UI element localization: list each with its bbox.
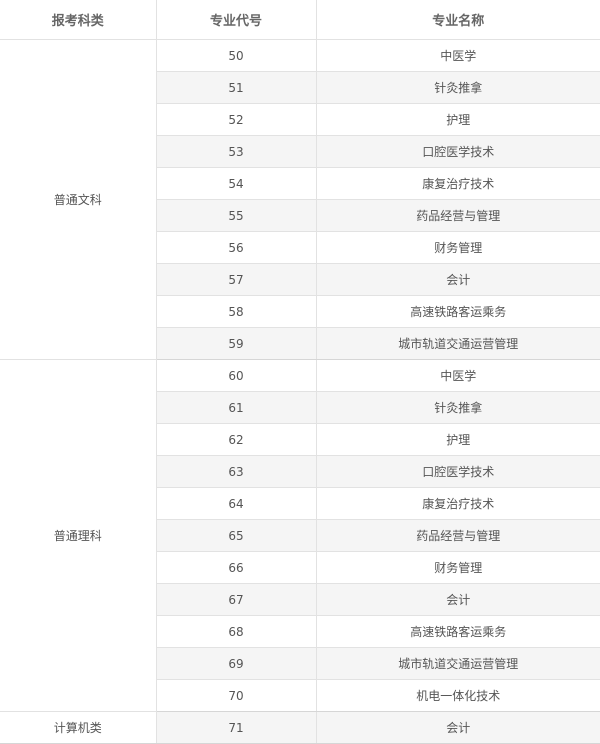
major-code-cell: 63	[155, 455, 317, 488]
major-code-cell: 54	[155, 167, 317, 200]
major-code-cell: 50	[155, 39, 317, 72]
major-code-cell: 67	[155, 583, 317, 616]
major-name-cell: 高速铁路客运乘务	[315, 295, 600, 328]
major-name-cell: 护理	[315, 423, 600, 456]
major-name-cell: 口腔医学技术	[315, 455, 600, 488]
major-name-cell: 中医学	[315, 39, 600, 72]
major-code-cell: 62	[155, 423, 317, 456]
major-code-cell: 55	[155, 199, 317, 232]
major-code-cell: 58	[155, 295, 317, 328]
major-code-cell: 52	[155, 103, 317, 136]
major-name-cell: 口腔医学技术	[315, 135, 600, 168]
major-code-cell: 53	[155, 135, 317, 168]
major-code-cell: 71	[155, 711, 317, 744]
major-name-cell: 药品经营与管理	[315, 519, 600, 552]
major-name-cell: 针灸推拿	[315, 71, 600, 104]
table-row: 计算机类 71 会计	[0, 711, 600, 744]
category-cell: 计算机类	[0, 711, 157, 744]
table-body: 普通文科 50 中医学 51 针灸推拿 52 护理 53 口腔医学技术 54 康复治疗技术 55 药品经…	[0, 39, 600, 744]
major-code-cell: 70	[155, 679, 317, 712]
major-name-cell: 会计	[315, 711, 600, 744]
major-name-cell: 城市轨道交通运营管理	[315, 647, 600, 680]
major-name-cell: 机电一体化技术	[315, 679, 600, 712]
header-category: 报考科类	[0, 0, 157, 40]
category-cell: 普通文科	[0, 39, 157, 360]
major-code-cell: 60	[155, 359, 317, 392]
major-code-cell: 51	[155, 71, 317, 104]
major-code-cell: 57	[155, 263, 317, 296]
major-name-cell: 城市轨道交通运营管理	[315, 327, 600, 360]
major-code-cell: 65	[155, 519, 317, 552]
major-name-cell: 会计	[315, 263, 600, 296]
major-name-cell: 康复治疗技术	[315, 167, 600, 200]
header-major-name: 专业名称	[315, 0, 600, 40]
major-name-cell: 财务管理	[315, 231, 600, 264]
major-code-cell: 64	[155, 487, 317, 520]
major-code-cell: 69	[155, 647, 317, 680]
table-row: 普通理科 60 中医学	[0, 359, 600, 712]
major-name-cell: 会计	[315, 583, 600, 616]
header-row: 报考科类 专业代号 专业名称	[0, 0, 600, 40]
major-name-cell: 药品经营与管理	[315, 199, 600, 232]
table-row: 普通文科 50 中医学	[0, 39, 600, 360]
major-code-cell: 59	[155, 327, 317, 360]
major-code-cell: 68	[155, 615, 317, 648]
major-code-cell: 61	[155, 391, 317, 424]
major-name-cell: 中医学	[315, 359, 600, 392]
category-cell: 普通理科	[0, 359, 157, 712]
majors-table: 报考科类 专业代号 专业名称 普通文科 50 中医学 51 针灸推拿 52 护理 53 口腔医学…	[0, 0, 600, 744]
major-name-cell: 针灸推拿	[315, 391, 600, 424]
major-code-cell: 66	[155, 551, 317, 584]
major-name-cell: 财务管理	[315, 551, 600, 584]
header-major-code: 专业代号	[155, 0, 317, 40]
major-code-cell: 56	[155, 231, 317, 264]
major-name-cell: 护理	[315, 103, 600, 136]
major-name-cell: 高速铁路客运乘务	[315, 615, 600, 648]
major-name-cell: 康复治疗技术	[315, 487, 600, 520]
